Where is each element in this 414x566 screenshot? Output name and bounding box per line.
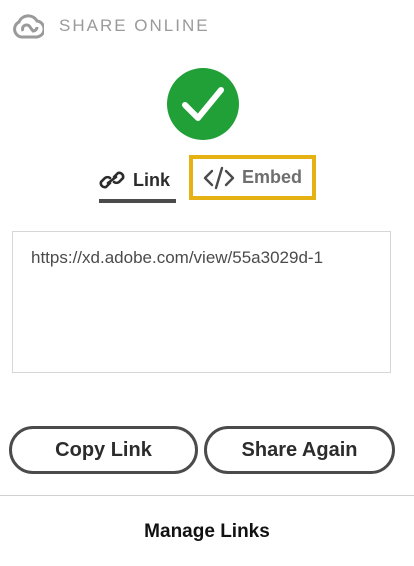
share-link-url[interactable]: https://xd.adobe.com/view/55a3029d-1	[31, 248, 323, 268]
copy-link-button[interactable]: Copy Link	[9, 426, 198, 474]
tab-link-label: Link	[133, 169, 171, 190]
tab-embed[interactable]: Embed	[189, 155, 316, 200]
tab-link[interactable]: Link	[99, 163, 176, 203]
tab-embed-label: Embed	[241, 167, 302, 187]
manage-links-link[interactable]: Manage Links	[0, 521, 414, 543]
share-again-button[interactable]: Share Again	[204, 426, 395, 474]
share-link-field[interactable]: https://xd.adobe.com/view/55a3029d-1	[12, 231, 391, 373]
footer-divider	[0, 495, 414, 496]
creative-cloud-icon	[13, 14, 44, 39]
panel-title: SHARE ONLINE	[59, 16, 210, 35]
tab-link-underline	[99, 199, 176, 203]
panel-header: SHARE ONLINE	[0, 0, 414, 54]
link-icon	[99, 171, 125, 189]
success-badge	[167, 68, 239, 140]
checkmark-icon	[182, 87, 224, 121]
code-icon	[203, 166, 235, 189]
